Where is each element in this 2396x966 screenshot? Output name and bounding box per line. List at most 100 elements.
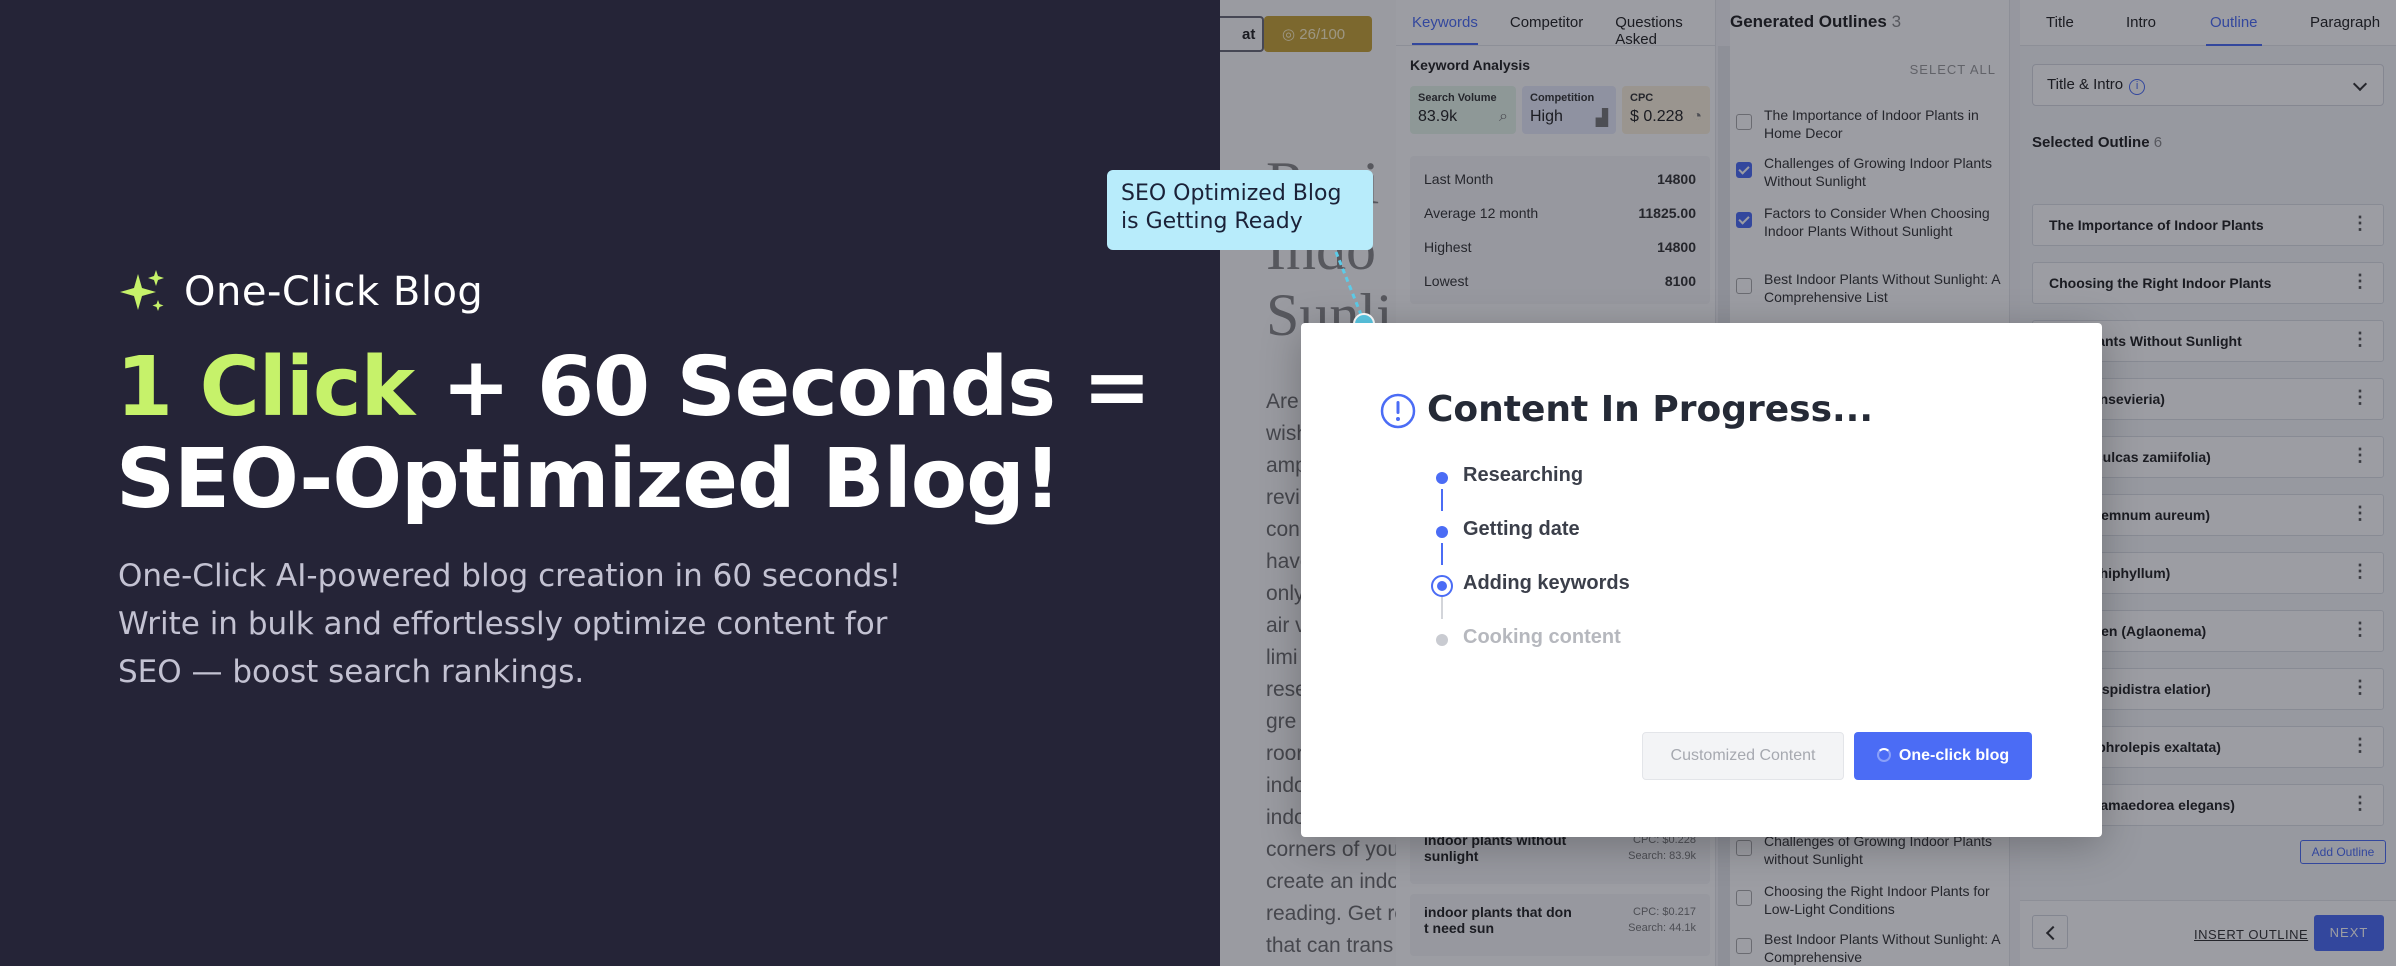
tab-competitor[interactable]: Competitor [1510, 0, 1583, 45]
more-vertical-icon[interactable]: ⋮ [2351, 620, 2369, 638]
tab-keywords[interactable]: Keywords [1412, 0, 1478, 45]
checkbox[interactable] [1736, 162, 1752, 178]
stat-label: Search Volume [1418, 92, 1497, 104]
selected-outline-item[interactable]: Choosing the Right Indoor Plants ⋮ [2032, 262, 2384, 304]
stat-value: 83.9k ⌕ [1418, 108, 1508, 125]
back-button[interactable] [2032, 915, 2068, 949]
tab-paragraph[interactable]: Paragraph [2310, 14, 2380, 31]
outline-option-label: The Importance of Indoor Plants in Home … [1764, 107, 1979, 141]
keyword-cpc: CPC: $0.217 [1633, 906, 1696, 918]
outline-option[interactable]: Challenges of Growing Indoor Plants with… [1736, 832, 2002, 868]
metric-label: Lowest [1424, 273, 1469, 289]
step-label: Adding keywords [1463, 572, 1630, 594]
more-vertical-icon[interactable]: ⋮ [2351, 562, 2369, 580]
stat-search-volume: Search Volume 83.9k ⌕ [1410, 86, 1516, 134]
outline-tabs: Title Intro Outline Paragraph [2020, 0, 2396, 46]
metric-value: 8100 [1664, 273, 1696, 289]
selected-outline-title: Selected Outline 6 [2032, 134, 2163, 151]
more-vertical-icon[interactable]: ⋮ [2351, 272, 2369, 290]
headline-line-2: SEO-Optimized Blog! [116, 432, 1061, 527]
metric-row: Lowest 8100 [1424, 264, 1696, 298]
brand: One-Click Blog [118, 268, 483, 316]
customized-content-button[interactable]: Customized Content [1642, 732, 1844, 780]
tab-questions-asked[interactable]: Questions Asked [1615, 0, 1716, 48]
step-connector [1441, 489, 1443, 511]
outline-option[interactable]: Best Indoor Plants Without Sunlight: A C… [1736, 270, 2002, 306]
selected-outline-item[interactable]: The Importance of Indoor Plants ⋮ [2032, 204, 2384, 246]
bar-chart-icon: ▟ [1595, 110, 1608, 127]
outline-option[interactable]: Factors to Consider When Choosing Indoor… [1736, 204, 2002, 240]
checkbox[interactable] [1736, 212, 1752, 228]
keyword-row[interactable]: indoor plants that don t need sun CPC: $0… [1410, 894, 1710, 956]
more-vertical-icon[interactable]: ⋮ [2351, 214, 2369, 232]
keyword-meta: CPC: $0.217 Search: 44.1k [1628, 904, 1696, 946]
tooltip-connector [1334, 251, 1375, 330]
headline: 1 Click + 60 Seconds = SEO-Optimized Blo… [116, 342, 1151, 527]
stat-label: Competition [1530, 92, 1595, 104]
outline-option[interactable]: Best Indoor Plants Without Sunlight: A C… [1736, 930, 2002, 966]
metric-label: Last Month [1424, 171, 1494, 187]
checkbox[interactable] [1736, 114, 1752, 130]
keywords-tabs: Keywords Competitor Questions Asked [1396, 0, 1716, 48]
alert-circle-icon [1380, 393, 1416, 429]
tab-intro[interactable]: Intro [2126, 14, 2156, 31]
insert-outline-link[interactable]: INSERT OUTLINE [2194, 927, 2308, 942]
checkbox[interactable] [1736, 278, 1752, 294]
more-vertical-icon[interactable]: ⋮ [2351, 330, 2369, 348]
metric-label: Highest [1424, 239, 1472, 255]
metric-row: Average 12 month 11825.00 [1424, 196, 1696, 230]
outline-option[interactable]: The Importance of Indoor Plants in Home … [1736, 106, 2002, 142]
headline-line-1: 1 Click + 60 Seconds = [116, 342, 1151, 434]
metric-label: Average 12 month [1424, 205, 1539, 221]
outline-option-label: Best Indoor Plants Without Sunlight: A C… [1764, 271, 2000, 305]
coin-icon: ◔ [1692, 108, 1702, 125]
keyword-search: Search: 83.9k [1628, 850, 1696, 862]
select-all-button[interactable]: SELECT ALL [1730, 62, 1996, 77]
more-vertical-icon[interactable]: ⋮ [2351, 388, 2369, 406]
outline-option[interactable]: Challenges of Growing Indoor Plants With… [1736, 154, 2002, 190]
brand-name: One-Click Blog [184, 269, 484, 315]
outline-item-label: Choosing the Right Indoor Plants [2049, 275, 2272, 291]
step-label: Cooking content [1463, 626, 1621, 648]
outline-bottom-bar: INSERT OUTLINE NEXT [2020, 900, 2396, 966]
step-connector [1441, 597, 1443, 619]
outline-option-label: Challenges of Growing Indoor Plants with… [1764, 833, 1993, 867]
outline-option-label: Best Indoor Plants Without Sunlight: A C… [1764, 931, 2000, 965]
more-vertical-icon[interactable]: ⋮ [2351, 504, 2369, 522]
outline-option[interactable]: Choosing the Right Indoor Plants for Low… [1736, 882, 2002, 918]
next-button[interactable]: NEXT [2314, 915, 2384, 951]
progress-step: Researching [1431, 462, 1791, 516]
section-dropdown[interactable]: Title & Intro i [2032, 64, 2384, 106]
metric-value: 14800 [1657, 171, 1696, 187]
more-vertical-icon[interactable]: ⋮ [2351, 446, 2369, 464]
metric-row: Last Month 14800 [1424, 162, 1696, 196]
tab-title[interactable]: Title [2046, 14, 2074, 31]
stat-value: $ 0.228 ◔ [1630, 108, 1702, 125]
checkbox[interactable] [1736, 840, 1752, 856]
chevron-down-icon [2352, 76, 2368, 92]
more-vertical-icon[interactable]: ⋮ [2351, 736, 2369, 754]
add-outline-button[interactable]: Add Outline [2300, 840, 2386, 864]
stat-label: CPC [1630, 92, 1654, 104]
step-active-icon [1431, 575, 1453, 597]
sparkles-icon [120, 270, 164, 311]
hero-subtext: One-Click AI-powered blog creation in 60… [118, 558, 902, 690]
keyword-name: indoor plants that don t need sun [1424, 904, 1572, 936]
more-vertical-icon[interactable]: ⋮ [2351, 794, 2369, 812]
checkbox[interactable] [1736, 938, 1752, 954]
more-vertical-icon[interactable]: ⋮ [2351, 678, 2369, 696]
checkbox[interactable] [1736, 890, 1752, 906]
progress-step: Cooking content [1431, 624, 1791, 678]
metric-row: Highest 14800 [1424, 230, 1696, 264]
info-icon[interactable]: i [2129, 79, 2146, 95]
editor-chip[interactable]: at [1220, 16, 1264, 52]
step-connector [1441, 543, 1443, 565]
one-click-blog-button[interactable]: One-click blog [1854, 732, 2032, 780]
stat-cpc: CPC $ 0.228 ◔ [1622, 86, 1710, 134]
outline-option-label: Factors to Consider When Choosing Indoor… [1764, 205, 1990, 239]
tab-outline[interactable]: Outline [2206, 14, 2262, 46]
outline-item-label: The Importance of Indoor Plants [2049, 217, 2264, 233]
step-label: Researching [1463, 464, 1584, 486]
metric-value: 14800 [1657, 239, 1696, 255]
keyword-search: Search: 44.1k [1628, 922, 1696, 934]
